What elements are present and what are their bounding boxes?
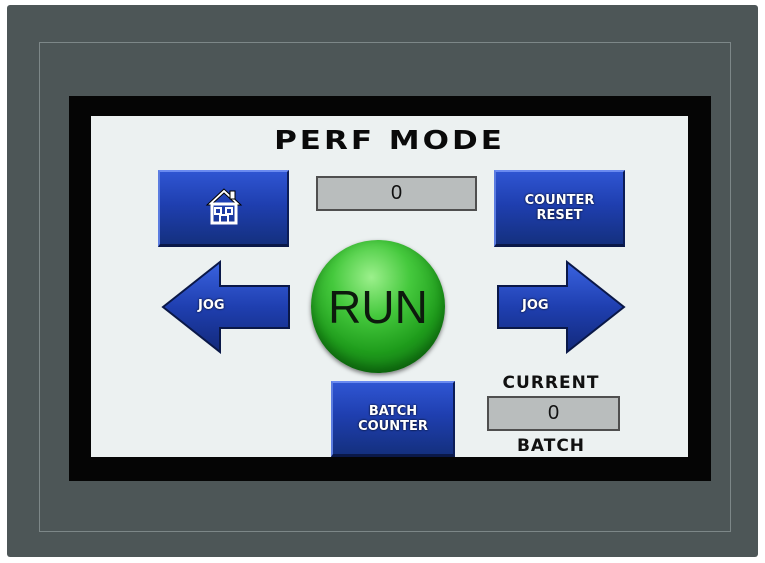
- current-batch-display: 0: [487, 396, 620, 431]
- hmi-screen: PERF MODE 0 COUNTER RESET JOG RUN JOG BA…: [91, 116, 688, 457]
- jog-left-button[interactable]: JOG: [161, 260, 292, 354]
- counter-reset-label-line1: COUNTER: [524, 193, 595, 208]
- jog-right-button[interactable]: JOG: [495, 260, 626, 354]
- jog-right-label: JOG: [522, 298, 549, 313]
- counter-reset-button[interactable]: COUNTER RESET: [494, 170, 625, 247]
- batch-counter-label-line1: BATCH: [368, 403, 418, 419]
- hmi-bezel: PERF MODE 0 COUNTER RESET JOG RUN JOG BA…: [7, 5, 758, 557]
- batch-counter-label-line2: COUNTER: [358, 418, 428, 434]
- screen-frame: PERF MODE 0 COUNTER RESET JOG RUN JOG BA…: [69, 96, 711, 481]
- run-button[interactable]: RUN: [311, 240, 445, 373]
- house-icon: [205, 186, 243, 230]
- jog-left-label: JOG: [198, 298, 225, 313]
- current-label: CURRENT: [502, 373, 600, 393]
- counter-reset-label-line2: RESET: [536, 208, 583, 223]
- page-title: PERF MODE: [274, 126, 505, 156]
- home-button[interactable]: [158, 170, 289, 247]
- counter-display: 0: [316, 176, 477, 211]
- batch-label: BATCH: [516, 436, 586, 456]
- batch-counter-button[interactable]: BATCH COUNTER: [331, 381, 455, 457]
